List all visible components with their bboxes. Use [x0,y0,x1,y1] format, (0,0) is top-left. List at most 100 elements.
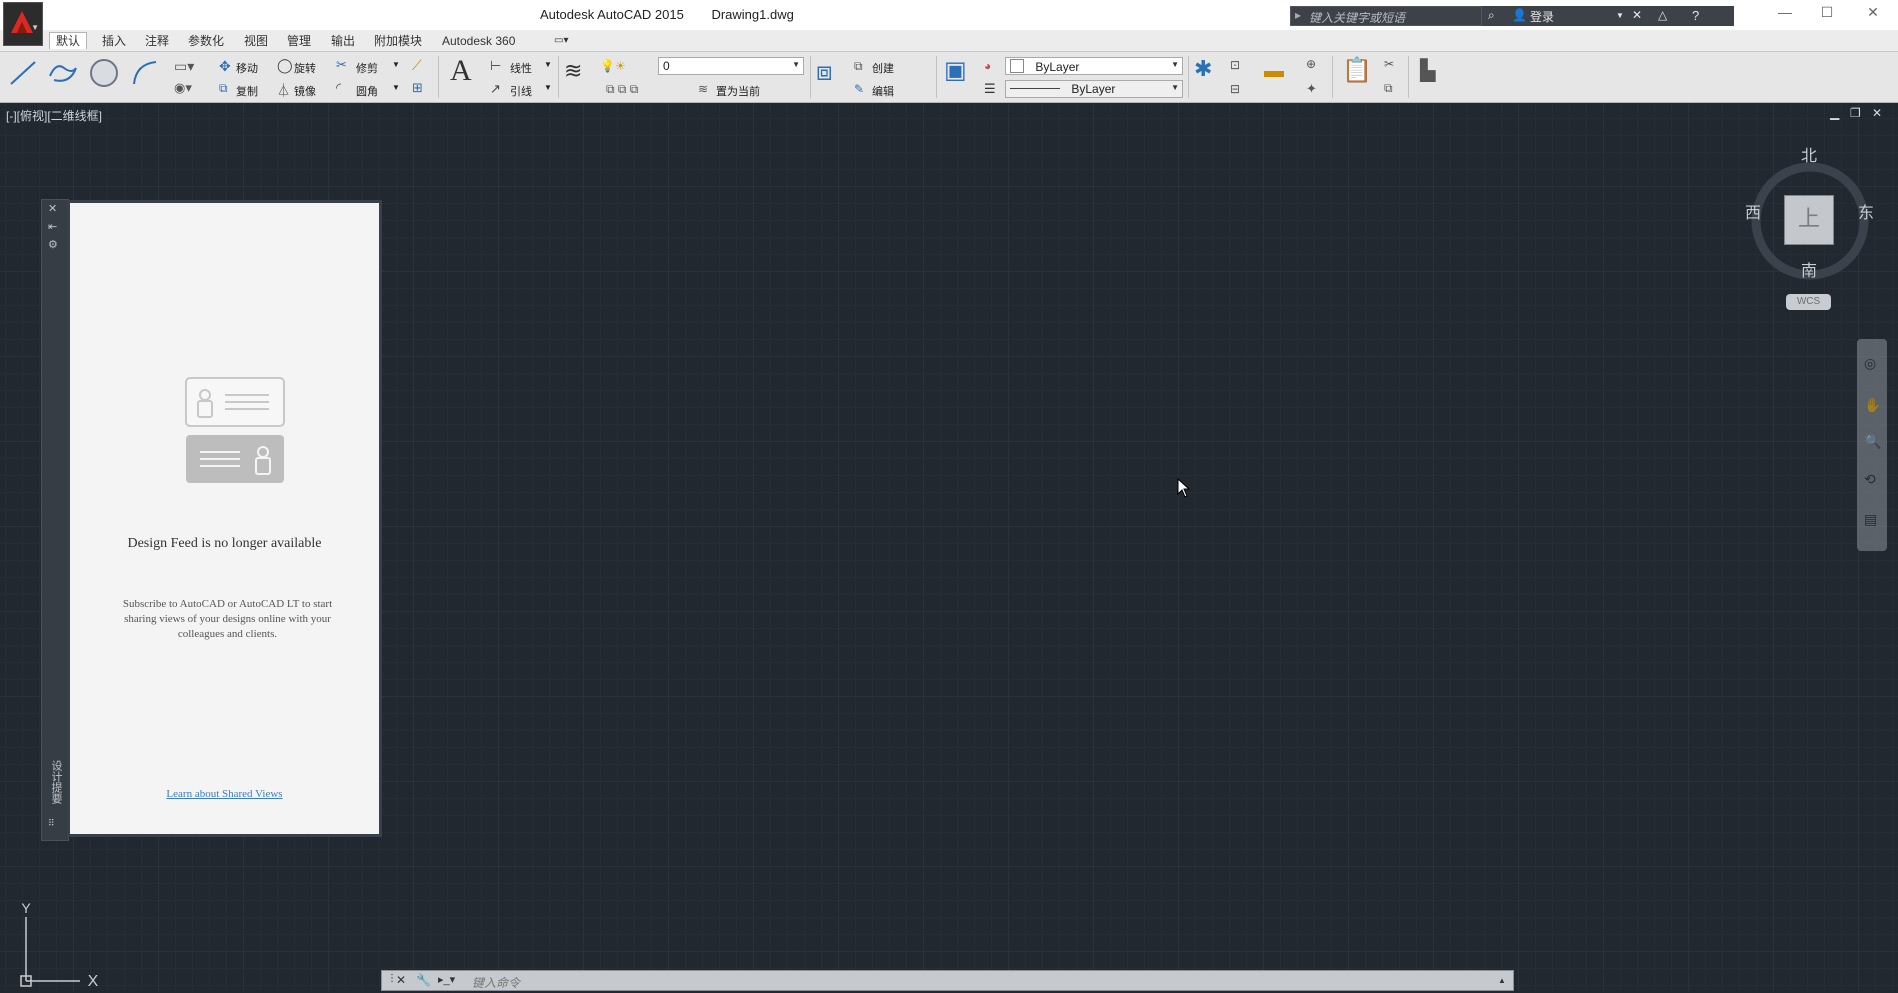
auto-hide-icon[interactable]: ⇤ [48,220,57,233]
tab-insert[interactable]: 插入 [96,33,132,49]
circle-icon[interactable] [88,57,120,89]
trim-dropdown-icon[interactable]: ▼ [392,60,400,69]
layer-tools-icon[interactable]: ⧉ ⧉ ⧉ [606,82,638,97]
steering-wheel-icon[interactable]: ◎ [1864,355,1876,372]
quick-select-icon[interactable]: ⊕ [1306,57,1316,71]
match-properties-icon[interactable]: ▣ [944,56,967,85]
tab-addins[interactable]: 附加模块 [368,33,428,49]
insert-block-icon[interactable]: ⧈ [816,56,833,88]
layer-properties-icon[interactable]: ≋ [564,58,582,84]
exchange-icon[interactable]: ✕ [1632,8,1642,22]
group-icon[interactable]: ✱ [1194,56,1212,82]
close-icon[interactable]: ✕ [396,973,406,987]
leader-icon[interactable]: ↗ [490,81,501,97]
showmotion-icon[interactable]: ▤ [1864,511,1877,528]
paste-icon[interactable]: 📋 [1342,56,1372,85]
group-edit-icon[interactable]: ⊟ [1230,82,1240,96]
wcs-menu-button[interactable]: WCS [1786,294,1831,310]
rectangle-icon[interactable]: ▭▾ [174,58,194,75]
fillet-dropdown-icon[interactable]: ▼ [392,83,400,92]
viewcube-top-face[interactable]: 上 [1784,195,1834,245]
mirror-button[interactable]: 镜像 [294,83,316,99]
make-current-button[interactable]: 置为当前 [716,83,760,99]
ucs-y-label: Y [21,903,31,916]
move-icon[interactable]: ✥ [219,58,231,75]
command-input[interactable]: 键入命令 [472,974,520,991]
ribbon-options-icon[interactable]: ▭▾ [548,33,574,49]
arc-icon[interactable] [130,58,160,88]
search-input[interactable]: 键入关键字或短语 [1290,6,1482,26]
pan-icon[interactable]: ✋ [1864,397,1881,414]
copy-clip-icon[interactable]: ⧉ [1384,81,1393,96]
hatch-icon[interactable]: ◉▾ [174,80,192,96]
command-history-icon[interactable]: ▲ [1498,976,1506,985]
viewport-restore-icon[interactable]: ❐ [1850,106,1861,120]
design-feed-titlebar[interactable]: ✕ ⇤ ⚙ 设计提要 ⠿ [41,199,69,841]
mirror-icon[interactable]: ⏃ [277,80,290,99]
polyline-icon[interactable] [46,58,78,88]
viewport-controls-label[interactable]: [-][俯视][二维线框] [6,107,102,124]
orbit-icon[interactable]: ⟲ [1864,471,1876,488]
help-icon[interactable]: ? [1692,8,1699,23]
stretch-icon[interactable]: ⟋ [412,57,422,74]
trim-icon[interactable]: ✂ [336,57,347,73]
leader-dropdown-icon[interactable]: ▼ [544,83,552,92]
learn-shared-views-link[interactable]: Learn about Shared Views [70,788,379,800]
view-base-icon[interactable]: ▙ [1420,58,1435,83]
linetype-dropdown[interactable]: ByLayer ▼ [1005,80,1183,98]
copy-button[interactable]: 复制 [236,83,258,99]
application-menu-button[interactable]: ▼ [3,2,43,46]
fillet-icon[interactable]: ◜ [336,80,341,96]
compass-south[interactable]: 南 [1801,257,1817,281]
compass-north[interactable]: 北 [1801,142,1817,166]
viewcube[interactable]: 上 北 南 东 西 [1740,139,1880,309]
grip-icon[interactable]: ⠿ [48,818,55,829]
compass-east[interactable]: 东 [1858,199,1874,223]
minimize-button[interactable]: — [1770,4,1800,24]
binoculars-icon[interactable]: ⌕ [1488,8,1495,23]
viewport-minimize-icon[interactable]: ▁ [1830,106,1839,120]
tab-annotate[interactable]: 注释 [139,33,175,49]
user-icon[interactable]: 👤 [1512,8,1527,22]
text-icon[interactable]: A [450,54,472,88]
rotate-icon[interactable]: ◯ [277,57,293,74]
tab-manage[interactable]: 管理 [281,33,317,49]
edit-block-button[interactable]: 编辑 [872,83,894,99]
linear-dropdown-icon[interactable]: ▼ [544,60,552,69]
fillet-button[interactable]: 圆角 [356,83,378,99]
viewport-close-icon[interactable]: ✕ [1872,106,1882,120]
rotate-button[interactable]: 旋转 [294,60,316,76]
linear-button[interactable]: 线性 [510,60,532,76]
autodesk-360-icon[interactable]: △ [1658,8,1667,22]
color-dropdown[interactable]: ByLayer ▼ [1005,57,1183,75]
layer-dropdown[interactable]: 0 ▼ [658,57,804,75]
tab-default[interactable]: 默认 [49,32,88,49]
move-button[interactable]: 移动 [236,60,258,76]
trim-button[interactable]: 修剪 [356,60,378,76]
customize-icon[interactable]: 🔧 [416,973,431,987]
line-icon[interactable] [8,58,38,88]
properties-icon[interactable]: ⚙ [48,238,58,251]
tab-parametric[interactable]: 参数化 [182,33,230,49]
login-button[interactable]: 登录 [1530,8,1554,25]
compass-west[interactable]: 西 [1745,199,1761,223]
close-icon[interactable]: ✕ [48,202,57,215]
recent-commands-icon[interactable]: ▸_▾ [438,973,455,986]
point-icon[interactable]: ✦ [1306,81,1317,97]
tab-autodesk-360[interactable]: Autodesk 360 [436,33,521,49]
copy-icon[interactable]: ⧉ [219,81,228,96]
cut-icon[interactable]: ✂ [1384,57,1394,71]
array-icon[interactable]: ⊞ [412,80,423,96]
ungroup-icon[interactable]: ⊡ [1230,58,1240,72]
measure-icon[interactable]: ▬ [1264,60,1284,83]
close-button[interactable]: ✕ [1858,4,1888,24]
drawing-canvas[interactable]: [-][俯视][二维线框] ▁ ❐ ✕ ✕ ⇤ ⚙ 设计提要 ⠿ Design … [0,103,1898,991]
leader-button[interactable]: 引线 [510,83,532,99]
tab-view[interactable]: 视图 [238,33,274,49]
linear-dimension-icon[interactable]: ⊢ [490,58,501,74]
zoom-icon[interactable]: 🔍 [1864,433,1881,450]
tab-output[interactable]: 输出 [325,33,361,49]
login-dropdown-icon[interactable]: ▼ [1616,11,1624,20]
maximize-button[interactable]: ☐ [1812,4,1842,24]
create-block-button[interactable]: 创建 [872,60,894,76]
